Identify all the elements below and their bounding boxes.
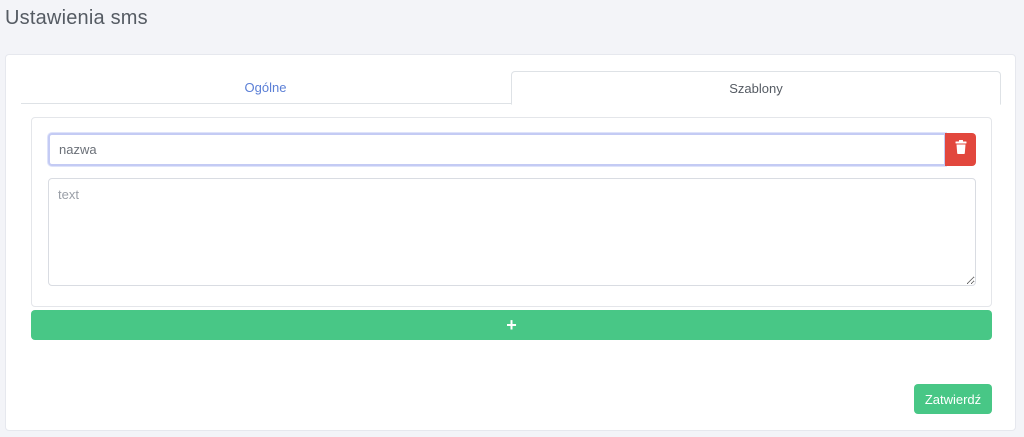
page-title: Ustawienia sms [5,7,148,29]
template-name-row [48,133,976,166]
tab-bar: Ogólne Szablony [21,71,1001,105]
tab-templates[interactable]: Szablony [511,71,1001,105]
trash-icon [955,140,967,159]
template-text-area[interactable] [48,178,976,286]
tab-general[interactable]: Ogólne [21,71,510,104]
add-template-button[interactable]: + [31,310,992,340]
settings-card: Ogólne Szablony + Zatwierdź [5,54,1016,431]
submit-button[interactable]: Zatwierdź [914,384,992,414]
template-name-input[interactable] [48,133,946,166]
delete-template-button[interactable] [945,133,976,166]
template-item [31,117,992,307]
